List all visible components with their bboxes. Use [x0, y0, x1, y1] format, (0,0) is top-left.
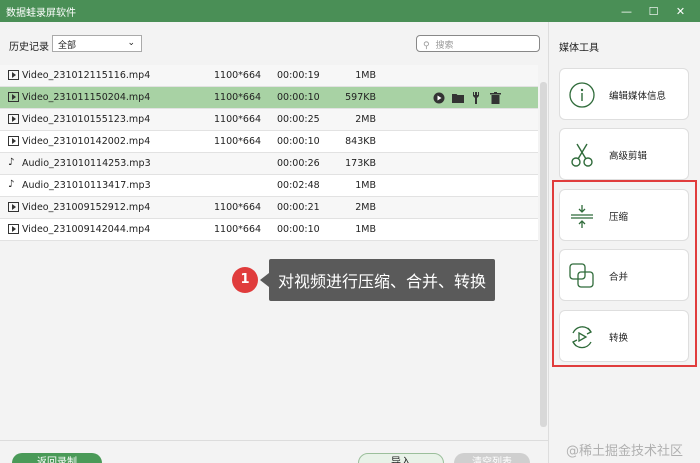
minimize-button[interactable]: —: [613, 0, 640, 22]
watermark: @稀土掘金技术社区: [566, 444, 684, 459]
file-size: 1MB: [355, 180, 376, 191]
scissors-icon: [568, 141, 596, 169]
bottom-bar: 返回录制 导入 清空列表: [0, 440, 548, 463]
audio-file-icon: ♪: [8, 157, 15, 168]
video-file-icon: [8, 136, 19, 146]
table-row[interactable]: Video_231010142002.mp4 1100*664 00:00:10…: [0, 131, 538, 153]
file-name: Video_231010155123.mp4: [22, 114, 151, 125]
file-name: Video_231010142002.mp4: [22, 136, 151, 147]
clear-list-button[interactable]: 清空列表: [454, 453, 530, 463]
tool-edit-media-info[interactable]: 编辑媒体信息: [559, 68, 689, 120]
window-controls: — ☐ ✕: [613, 0, 694, 22]
table-row-selected[interactable]: Video_231011150204.mp4 1100*664 00:00:10…: [0, 87, 538, 109]
maximize-button[interactable]: ☐: [640, 0, 667, 22]
audio-file-icon: ♪: [8, 179, 15, 190]
file-size: 2MB: [355, 202, 376, 213]
table-row[interactable]: ♪ Audio_231010114253.mp3 00:00:26 173KB: [0, 153, 538, 175]
video-file-icon: [8, 70, 19, 80]
history-filter-select[interactable]: 全部 ⌄: [52, 35, 142, 52]
window-title: 数据蛙录屏软件: [6, 8, 76, 19]
file-duration: 00:00:10: [277, 136, 320, 147]
info-icon: [568, 81, 596, 109]
search-placeholder: 搜索: [435, 41, 454, 51]
video-file-icon: [8, 114, 19, 124]
file-name: Audio_231010113417.mp3: [22, 180, 151, 191]
file-duration: 00:00:21: [277, 202, 320, 213]
callout-annotation: 1 对视频进行压缩、合并、转换: [232, 259, 496, 301]
video-file-icon: [8, 92, 19, 102]
file-duration: 00:00:25: [277, 114, 320, 125]
import-button[interactable]: 导入: [358, 453, 444, 463]
table-row[interactable]: Video_231009142044.mp4 1100*664 00:00:10…: [0, 219, 538, 241]
file-size: 1MB: [355, 224, 376, 235]
file-resolution: 1100*664: [214, 114, 262, 125]
search-icon: ⚲: [423, 41, 430, 51]
close-button[interactable]: ✕: [667, 0, 694, 22]
table-row[interactable]: ♪ Audio_231010113417.mp3 00:02:48 1MB: [0, 175, 538, 197]
highlight-box: [552, 180, 697, 367]
file-resolution: 1100*664: [214, 224, 262, 235]
chevron-down-icon: ⌄: [127, 38, 135, 48]
file-name: Video_231009142044.mp4: [22, 224, 151, 235]
video-file-icon: [8, 224, 19, 234]
title-bar: 数据蛙录屏软件 — ☐ ✕: [0, 0, 700, 22]
file-size: 597KB: [345, 92, 376, 103]
file-duration: 00:02:48: [277, 180, 320, 191]
media-tools-title: 媒体工具: [559, 43, 599, 54]
folder-icon[interactable]: [451, 91, 464, 104]
file-size: 2MB: [355, 114, 376, 125]
file-name: Video_231009152912.mp4: [22, 202, 151, 213]
tools-icon[interactable]: [470, 91, 483, 104]
file-duration: 00:00:10: [277, 224, 320, 235]
file-name: Video_231012115116.mp4: [22, 70, 151, 81]
tool-label: 编辑媒体信息: [609, 91, 667, 102]
file-size: 843KB: [345, 136, 376, 147]
media-tools-pane: 媒体工具 编辑媒体信息 高级剪辑 压缩 合并 转换: [548, 22, 700, 463]
callout-arrow: [260, 273, 269, 287]
back-to-recording-button[interactable]: 返回录制: [12, 453, 102, 463]
tool-label: 高级剪辑: [609, 151, 648, 162]
table-row[interactable]: Video_231012115116.mp4 1100*664 00:00:19…: [0, 65, 538, 87]
file-list: Video_231012115116.mp4 1100*664 00:00:19…: [0, 65, 538, 241]
file-resolution: 1100*664: [214, 202, 262, 213]
file-resolution: 1100*664: [214, 92, 262, 103]
play-icon[interactable]: [432, 91, 445, 104]
file-name: Audio_231010114253.mp3: [22, 158, 151, 169]
filter-selected-value: 全部: [58, 41, 77, 51]
table-row[interactable]: Video_231010155123.mp4 1100*664 00:00:25…: [0, 109, 538, 131]
file-size: 1MB: [355, 70, 376, 81]
video-file-icon: [8, 202, 19, 212]
trash-icon[interactable]: [489, 91, 502, 104]
search-input[interactable]: ⚲ 搜索: [416, 35, 540, 52]
file-duration: 00:00:10: [277, 92, 320, 103]
table-row[interactable]: Video_231009152912.mp4 1100*664 00:00:21…: [0, 197, 538, 219]
file-resolution: 1100*664: [214, 70, 262, 81]
callout-number: 1: [232, 267, 258, 293]
file-duration: 00:00:26: [277, 158, 320, 169]
history-label: 历史记录: [9, 42, 49, 53]
history-pane: 历史记录 全部 ⌄ ⚲ 搜索 Video_231012115116.mp4 11…: [0, 22, 548, 463]
scrollbar[interactable]: [540, 82, 547, 427]
file-size: 173KB: [345, 158, 376, 169]
file-name: Video_231011150204.mp4: [22, 92, 151, 103]
file-duration: 00:00:19: [277, 70, 320, 81]
row-actions: [432, 91, 502, 104]
file-resolution: 1100*664: [214, 136, 262, 147]
callout-text: 对视频进行压缩、合并、转换: [269, 259, 496, 301]
tool-advanced-edit[interactable]: 高级剪辑: [559, 128, 689, 180]
